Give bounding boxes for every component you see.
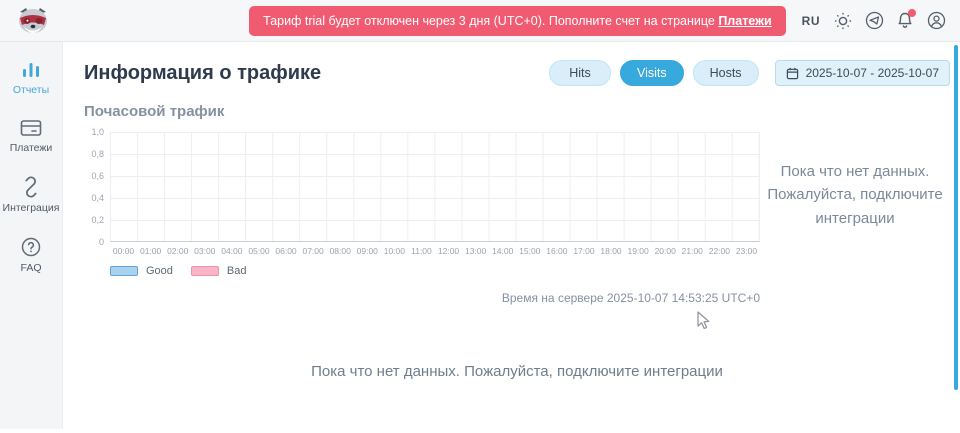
x-axis-tick: 13:00	[462, 246, 489, 256]
bad-swatch	[191, 266, 219, 276]
chart-plot-area	[110, 132, 760, 242]
x-axis-tick: 01:00	[137, 246, 164, 256]
x-axis-tick: 17:00	[570, 246, 597, 256]
chart-empty-state: Пока что нет данных. Пожалуйста, подключ…	[760, 132, 950, 305]
x-axis-tick: 05:00	[245, 246, 272, 256]
header-controls: RU	[800, 11, 946, 31]
language-switcher[interactable]: RU	[800, 12, 822, 30]
x-axis-tick: 21:00	[679, 246, 706, 256]
x-axis-tick: 18:00	[598, 246, 625, 256]
banner-text: Тариф trial будет отключен через 3 дня (…	[263, 14, 718, 28]
raccoon-logo[interactable]	[16, 5, 50, 37]
chart-legend: Good Bad	[110, 265, 760, 277]
bottom-empty-state-message: Пока что нет данных. Пожалуйста, подключ…	[84, 363, 950, 380]
notification-badge-dot	[908, 9, 916, 17]
sidebar-item-label: Платежи	[10, 142, 53, 154]
x-axis-tick: 09:00	[354, 246, 381, 256]
x-axis-tick: 04:00	[218, 246, 245, 256]
empty-state-message: Пока что нет данных. Пожалуйста, подключ…	[762, 160, 948, 230]
x-axis-tick: 14:00	[489, 246, 516, 256]
banner-payments-link[interactable]: Платежи	[718, 14, 771, 28]
question-circle-icon	[20, 236, 42, 258]
y-axis-ticks: 1,00,80,60,40,20	[84, 132, 110, 242]
title-row: Информация о трафике Hits Visits Hosts 2…	[84, 60, 950, 86]
metric-tabs: Hits Visits Hosts	[549, 60, 759, 86]
tab-hits[interactable]: Hits	[549, 60, 611, 86]
x-axis-tick: 07:00	[300, 246, 327, 256]
chart-row: 1,00,80,60,40,20 00:0001:0002:0003:0004:…	[84, 132, 950, 305]
theme-sun-icon[interactable]	[833, 11, 853, 31]
integration-link-icon	[20, 176, 42, 198]
sidebar-item-label: Отчеты	[13, 84, 49, 96]
legend-entry-bad: Bad	[191, 265, 247, 277]
x-axis-ticks: 00:0001:0002:0003:0004:0005:0006:0007:00…	[110, 246, 760, 256]
top-header: Тариф trial будет отключен через 3 дня (…	[0, 0, 960, 42]
server-time: Время на сервере 2025-10-07 14:53:25 UTC…	[84, 291, 760, 305]
legend-label: Bad	[227, 265, 247, 277]
legend-entry-good: Good	[110, 265, 173, 277]
x-axis-tick: 03:00	[191, 246, 218, 256]
x-axis-tick: 23:00	[733, 246, 760, 256]
x-axis-tick: 19:00	[625, 246, 652, 256]
x-axis-tick: 02:00	[164, 246, 191, 256]
x-axis-tick: 20:00	[652, 246, 679, 256]
tab-hosts[interactable]: Hosts	[693, 60, 759, 86]
x-axis-tick: 08:00	[327, 246, 354, 256]
date-range-picker[interactable]: 2025-10-07 - 2025-10-07	[775, 60, 950, 86]
x-axis-tick: 11:00	[408, 246, 435, 256]
sidebar-item-label: FAQ	[20, 262, 41, 274]
account-icon[interactable]	[926, 11, 946, 31]
sidebar: Отчеты Платежи Интеграция	[0, 42, 63, 429]
telegram-icon[interactable]	[864, 11, 884, 31]
x-axis-tick: 00:00	[110, 246, 137, 256]
main-content: Информация о трафике Hits Visits Hosts 2…	[63, 42, 960, 429]
vertical-scrollbar-thumb[interactable]	[954, 45, 958, 390]
sidebar-item-faq[interactable]: FAQ	[0, 236, 62, 274]
x-axis-tick: 16:00	[543, 246, 570, 256]
app-window: Тариф trial будет отключен через 3 дня (…	[0, 0, 960, 429]
notifications-bell-icon[interactable]	[895, 11, 915, 31]
x-axis-tick: 22:00	[706, 246, 733, 256]
sidebar-item-payments[interactable]: Платежи	[0, 118, 62, 154]
page-title: Информация о трафике	[84, 62, 321, 85]
x-axis-tick: 12:00	[435, 246, 462, 256]
calendar-icon	[786, 67, 799, 80]
date-range-value: 2025-10-07 - 2025-10-07	[806, 66, 939, 80]
sidebar-item-integration[interactable]: Интеграция	[0, 176, 62, 214]
sidebar-item-label: Интеграция	[3, 202, 60, 214]
sidebar-item-reports[interactable]: Отчеты	[0, 60, 62, 96]
tab-visits[interactable]: Visits	[620, 60, 684, 86]
raccoon-logo-icon	[16, 6, 50, 36]
x-axis-tick: 10:00	[381, 246, 408, 256]
hourly-traffic-chart: 1,00,80,60,40,20 00:0001:0002:0003:0004:…	[84, 132, 760, 305]
good-swatch	[110, 266, 138, 276]
legend-label: Good	[146, 265, 173, 277]
chart-section-title: Почасовой трафик	[84, 103, 950, 120]
payment-card-icon	[19, 118, 43, 138]
x-axis-tick: 15:00	[516, 246, 543, 256]
bar-chart-icon	[20, 60, 42, 80]
x-axis-tick: 06:00	[273, 246, 300, 256]
page-body: Отчеты Платежи Интеграция	[0, 42, 960, 429]
trial-warning-banner: Тариф trial будет отключен через 3 дня (…	[249, 6, 786, 36]
